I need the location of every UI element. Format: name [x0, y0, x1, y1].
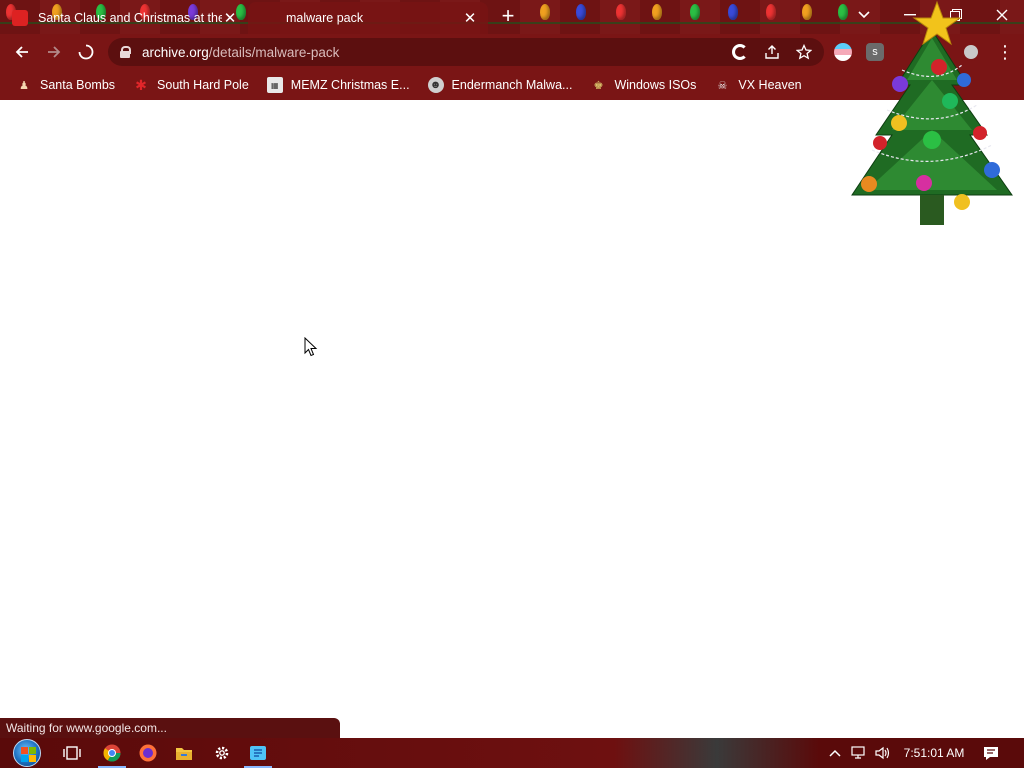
bookmark-label: South Hard Pole [157, 78, 249, 92]
christmas-light-bulb [690, 4, 700, 20]
arrow-right-icon [48, 46, 61, 58]
notification-icon [984, 746, 998, 760]
snowflake-icon: ✱ [135, 76, 147, 93]
volume-button[interactable] [872, 738, 894, 768]
christmas-favicon-icon [12, 10, 28, 26]
tab-malware-pack[interactable]: malware pack ✕ [248, 2, 488, 34]
star-icon [796, 44, 812, 60]
taskbar-clock[interactable]: 7:51:01 AM [898, 738, 970, 768]
bookmark-south-hard-pole[interactable]: ✱ South Hard Pole [131, 72, 257, 98]
chevron-up-icon [829, 749, 841, 757]
loading-spinner-icon [78, 44, 94, 60]
christmas-light-bulb [728, 4, 738, 20]
christmas-light-bulb [652, 4, 662, 20]
christmas-light-bulb [766, 4, 776, 20]
url-text: archive.org/details/malware-pack [142, 45, 339, 60]
bookmark-label: Endermanch Malwa... [451, 78, 573, 92]
arrow-left-icon [15, 46, 28, 58]
start-button[interactable] [8, 738, 46, 768]
address-bar[interactable]: archive.org/details/malware-pack [108, 38, 824, 66]
lock-icon[interactable] [120, 46, 131, 58]
network-button[interactable] [848, 738, 870, 768]
christmas-light-bulb [576, 4, 586, 20]
taskbar-notepad[interactable] [240, 738, 276, 768]
taskbar-chrome[interactable] [94, 738, 130, 768]
vx-heaven-icon: ☠ [717, 79, 728, 92]
windows-logo-icon [13, 739, 41, 767]
tab-santa-claus[interactable]: Santa Claus and Christmas at the ✕ [0, 2, 248, 34]
bookmark-label: VX Heaven [738, 78, 802, 92]
omnibox-actions [730, 42, 814, 62]
chrome-icon [103, 744, 121, 762]
show-hidden-icons-button[interactable] [826, 738, 844, 768]
bookmark-label: Santa Bombs [40, 78, 116, 92]
file-explorer-icon [176, 748, 192, 760]
share-button[interactable] [762, 42, 782, 62]
close-tab-icon[interactable]: ✕ [222, 10, 238, 27]
bookmark-vx-heaven[interactable]: ☠ VX Heaven [712, 72, 809, 98]
share-icon [765, 45, 779, 59]
status-bubble: Waiting for www.google.com... [0, 718, 340, 738]
network-icon [851, 746, 865, 759]
windows-isos-icon: ♚ [593, 79, 604, 92]
chrome-window: Santa Claus and Christmas at the ✕ malwa… [0, 0, 1024, 768]
endermanch-icon: ☻ [427, 77, 444, 93]
taskbar-firefox[interactable] [130, 738, 166, 768]
tab-title: Santa Claus and Christmas at the [38, 11, 222, 25]
christmas-light-bulb [540, 4, 550, 20]
taskbar-file-explorer[interactable] [166, 738, 202, 768]
archive-favicon-icon [260, 10, 276, 26]
back-button[interactable] [10, 40, 34, 64]
firefox-icon [139, 744, 157, 762]
action-center-button[interactable] [980, 738, 1002, 768]
memz-icon: ▦ [266, 77, 283, 93]
new-tab-button[interactable]: + [496, 5, 520, 28]
speaker-icon [875, 746, 890, 760]
christmas-tree-decoration [851, 0, 1013, 225]
bookmark-star-button[interactable] [794, 42, 814, 62]
url-path: /details/malware-pack [208, 44, 340, 60]
bookmark-memz-christmas[interactable]: ▦ MEMZ Christmas E... [265, 72, 418, 98]
christmas-light-bulb [802, 4, 812, 20]
taskbar-settings[interactable] [204, 738, 240, 768]
notepad-icon [250, 746, 266, 760]
tab-title: malware pack [286, 11, 364, 25]
google-icon [732, 44, 748, 60]
christmas-light-bulb [616, 4, 626, 20]
bookmark-santa-bombs[interactable]: ♟ Santa Bombs [14, 72, 123, 98]
stop-loading-button[interactable] [74, 40, 98, 64]
task-view-button[interactable] [54, 738, 90, 768]
settings-icon [215, 746, 229, 760]
mouse-pointer-icon [304, 337, 318, 357]
url-host: archive.org [142, 44, 209, 60]
bookmark-label: MEMZ Christmas E... [290, 78, 410, 92]
windows-taskbar: 7:51:01 AM [0, 738, 1024, 768]
forward-button[interactable] [42, 40, 66, 64]
bookmark-endermanch-malware[interactable]: ☻ Endermanch Malwa... [426, 72, 581, 98]
bookmark-label: Windows ISOs [614, 78, 697, 92]
google-lens-button[interactable] [730, 42, 750, 62]
bookmark-windows-isos[interactable]: ♚ Windows ISOs [588, 72, 704, 98]
close-tab-icon[interactable]: ✕ [462, 10, 478, 27]
task-view-icon [63, 746, 81, 760]
santa-icon: ♟ [19, 79, 29, 92]
